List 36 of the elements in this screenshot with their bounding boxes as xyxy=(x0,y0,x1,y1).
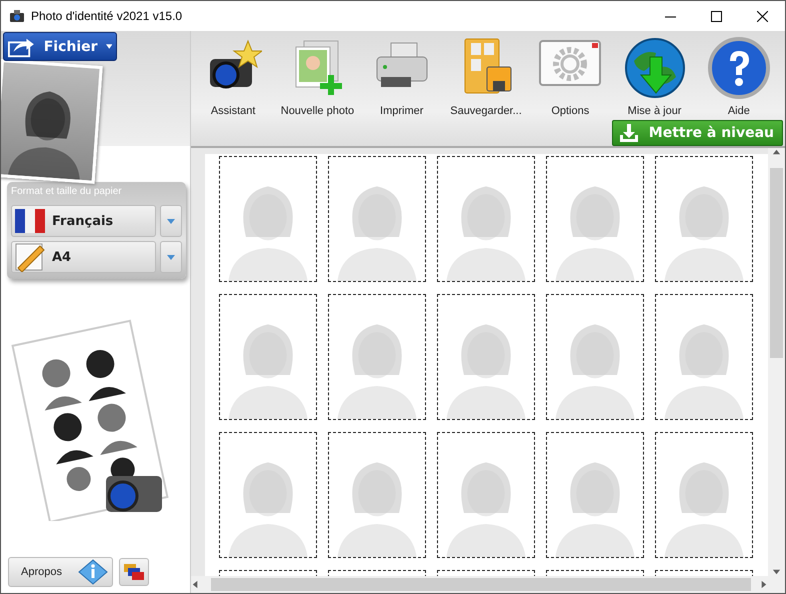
flags-button[interactable] xyxy=(119,558,149,586)
scroll-left-icon[interactable] xyxy=(191,580,200,589)
dropdown-button[interactable] xyxy=(160,241,182,273)
caret-icon xyxy=(167,254,175,260)
toolbar-button[interactable]: Imprimer xyxy=(360,37,444,117)
scroll-right-icon[interactable] xyxy=(759,580,768,589)
toolbar-button[interactable]: Nouvelle photo xyxy=(275,37,360,117)
help-icon xyxy=(708,37,770,99)
toolbar-button[interactable]: Options xyxy=(528,37,612,117)
flags-icon xyxy=(123,562,145,582)
globe-download-icon xyxy=(624,37,686,99)
about-button[interactable]: Apropos xyxy=(8,557,113,587)
toolbar-button[interactable]: Assistant xyxy=(191,37,276,117)
caret-icon xyxy=(167,218,175,224)
toolbar-button[interactable]: Mise à jour xyxy=(612,37,697,117)
dropdown-field[interactable]: A4 xyxy=(11,241,156,273)
maximize-icon xyxy=(710,10,722,22)
horizontal-scrollbar[interactable] xyxy=(191,576,768,593)
file-menu-button[interactable]: Fichier xyxy=(3,32,117,61)
toolbar-button[interactable]: Aide xyxy=(696,37,781,117)
window-title: Photo d'identité v2021 v15.0 xyxy=(31,9,184,23)
info-icon xyxy=(78,559,108,585)
ruler-icon xyxy=(14,242,46,272)
toolbar-button[interactable]: Sauvegarder... xyxy=(444,37,528,117)
flag-icon xyxy=(14,206,46,236)
download-icon xyxy=(618,124,639,142)
dropdown-button[interactable] xyxy=(160,205,182,237)
caret-icon xyxy=(106,44,112,49)
gear-window-icon xyxy=(538,37,602,89)
dropdown-field[interactable]: Français xyxy=(11,205,156,237)
close-icon xyxy=(756,10,768,22)
scroll-thumb[interactable] xyxy=(770,168,783,358)
vertical-scrollbar[interactable] xyxy=(768,148,785,576)
scroll-thumb[interactable] xyxy=(211,578,751,591)
panel-title: Format et taille du papier xyxy=(11,186,123,197)
camera-icon xyxy=(9,9,25,23)
